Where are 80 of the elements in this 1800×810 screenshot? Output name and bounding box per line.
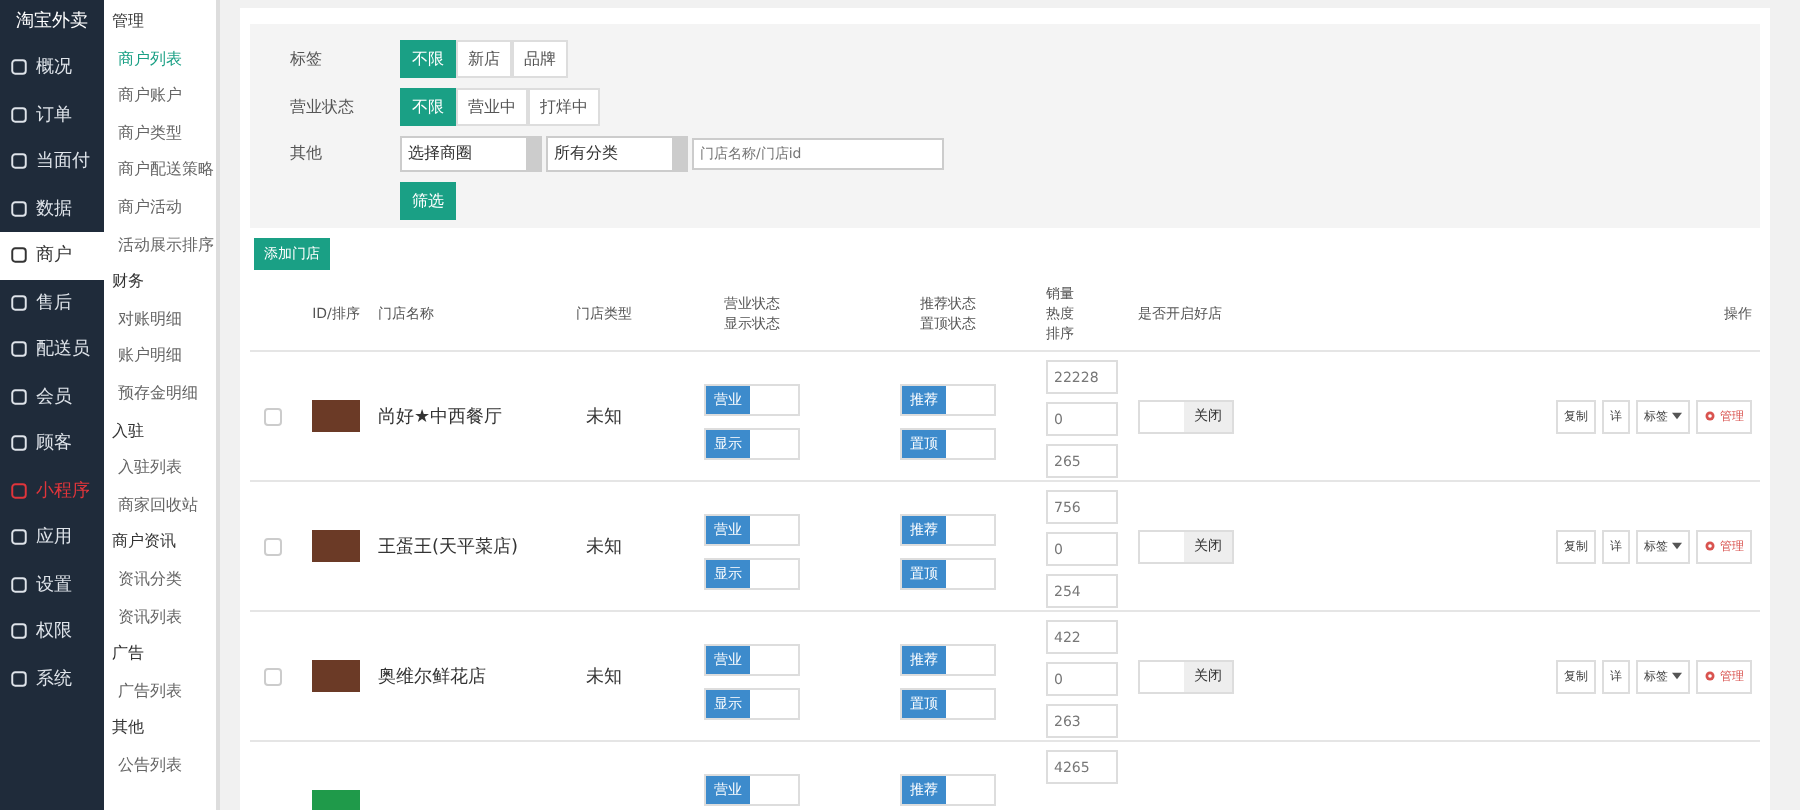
submenu-item[interactable]: 活动展示排序	[104, 227, 214, 265]
submenu-group-title: 广告	[110, 642, 144, 667]
submenu-item[interactable]: 商家回收站	[104, 487, 198, 525]
nav-item[interactable]: 配送员	[0, 326, 104, 373]
menu-item-icon	[10, 622, 28, 641]
gear-icon	[1704, 670, 1716, 682]
menu-item-icon	[10, 340, 28, 359]
filter-option[interactable]: 打烊中	[528, 87, 600, 126]
filter-label: 标签	[290, 48, 324, 71]
menu-item-icon	[10, 669, 28, 688]
submenu-item[interactable]: 商户列表	[104, 41, 182, 79]
nav-item[interactable]: 当面付	[0, 138, 104, 185]
select-dropdown[interactable]: 所有分类	[546, 135, 688, 172]
submenu-group-title: 管理	[110, 10, 144, 34]
select-dropdown[interactable]: 选择商圈	[400, 135, 542, 172]
gear-icon	[1704, 540, 1716, 552]
filter-option[interactable]: 不限	[400, 40, 456, 79]
nav-item[interactable]: 应用	[0, 514, 104, 561]
filter-button[interactable]: 筛选	[400, 181, 456, 220]
filter-option[interactable]: 营业中	[456, 87, 528, 126]
nav-item[interactable]: 商户	[0, 232, 104, 279]
menu-item-icon	[10, 481, 28, 500]
submenu-item[interactable]: 广告列表	[104, 673, 182, 711]
menu-item-icon	[10, 199, 28, 218]
nav-item[interactable]: 概况	[0, 44, 104, 91]
filter-label: 营业状态	[290, 95, 356, 118]
store-name: 奥维尔鲜花店	[378, 665, 486, 689]
filter-option[interactable]: 品牌	[512, 40, 568, 79]
filter-option[interactable]: 不限	[400, 87, 456, 126]
row-checkbox[interactable]	[263, 407, 281, 425]
caret-icon	[1672, 672, 1682, 680]
submenu-group-title: 财务	[110, 270, 144, 295]
store-type: 未知	[586, 535, 622, 559]
gear-icon	[1704, 410, 1716, 422]
submenu-group-title: 商户资讯	[110, 530, 176, 555]
menu-item-icon	[10, 105, 28, 124]
submenu-item[interactable]: 商户配送策略	[104, 152, 214, 190]
row-checkbox[interactable]	[263, 667, 281, 685]
submenu-item[interactable]: 对账明细	[104, 301, 182, 339]
store-name: 尚好★中西餐厅	[378, 405, 503, 429]
store-name: 王蛋王(天平菜店)	[378, 535, 519, 559]
submenu-item[interactable]: 商户账户	[104, 78, 182, 116]
menu-item-icon	[10, 528, 28, 547]
filter-option[interactable]: 新店	[456, 40, 512, 79]
caret-icon	[1672, 412, 1682, 420]
nav-item[interactable]: 系统	[0, 655, 104, 702]
submenu-item[interactable]: 资讯分类	[104, 561, 182, 599]
submenu-item[interactable]: 商户活动	[104, 189, 182, 228]
nav-item[interactable]: 售后	[0, 279, 104, 326]
photo-placeholder	[312, 400, 360, 432]
brand-title: 淘宝外卖	[14, 9, 90, 36]
nav-item[interactable]: 订单	[0, 91, 104, 138]
submenu-item[interactable]: 账户明细	[104, 338, 182, 376]
photo-placeholder	[312, 660, 360, 692]
nav-item[interactable]: 小程序	[0, 467, 104, 514]
nav-item[interactable]: 顾客	[0, 420, 104, 467]
menu-item-icon	[10, 575, 28, 594]
menu-item-icon	[10, 152, 28, 171]
submenu-item[interactable]: 预存金明细	[104, 375, 198, 414]
menu-item-icon	[10, 246, 28, 265]
nav-item[interactable]: 会员	[0, 373, 104, 420]
menu-item-icon	[10, 434, 28, 453]
nav-item[interactable]: 设置	[0, 561, 104, 608]
submenu-group-title: 入驻	[110, 419, 144, 444]
nav-item[interactable]: 数据	[0, 185, 104, 232]
submenu-group-title: 其他	[110, 716, 144, 741]
menu-item-icon	[10, 293, 28, 312]
store-type: 未知	[586, 665, 622, 689]
submenu-item[interactable]: 公告列表	[104, 747, 182, 785]
store-type: 未知	[586, 405, 622, 429]
submenu-item[interactable]: 入驻列表	[104, 450, 182, 488]
submenu-item[interactable]: 商户类型	[104, 115, 182, 153]
caret-icon	[1672, 542, 1682, 550]
row-checkbox[interactable]	[263, 537, 281, 555]
photo-placeholder	[312, 530, 360, 562]
menu-item-icon	[10, 387, 28, 406]
menu-item-icon	[10, 58, 28, 77]
submenu-item[interactable]: 资讯列表	[104, 599, 182, 637]
nav-item[interactable]: 权限	[0, 608, 104, 655]
filter-label: 其他	[290, 142, 324, 165]
